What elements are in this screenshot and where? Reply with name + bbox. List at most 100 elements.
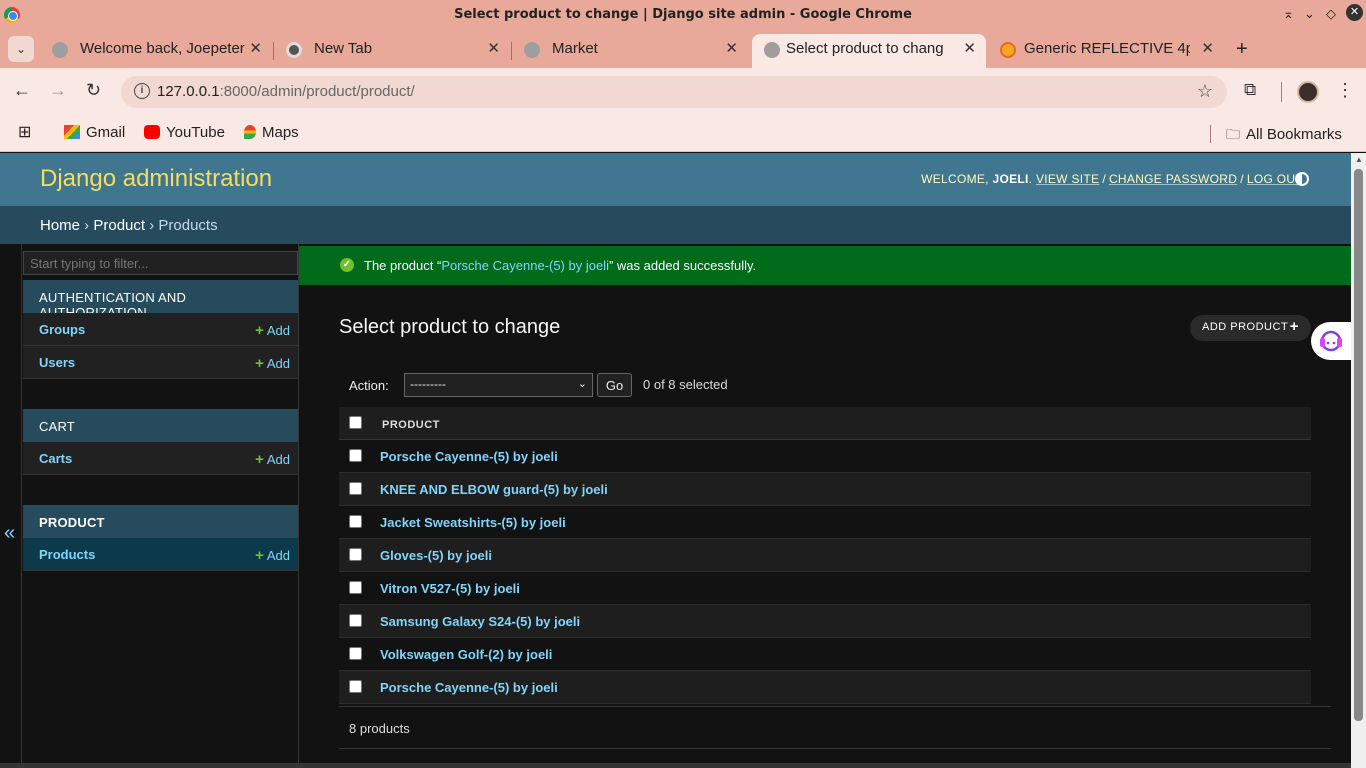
site-name[interactable]: Django administration	[40, 165, 272, 193]
go-button[interactable]: Go	[597, 373, 632, 397]
support-chat-widget[interactable]	[1311, 322, 1351, 360]
theme-toggle-icon[interactable]	[1295, 172, 1309, 186]
product-link[interactable]: Porsche Cayenne-(5) by joeli	[380, 680, 558, 695]
product-link[interactable]: Vitron V527-(5) by joeli	[380, 581, 520, 596]
row-checkbox[interactable]	[349, 680, 362, 693]
row-checkbox[interactable]	[349, 581, 362, 594]
table-row: Volkswagen Golf-(2) by joeli	[339, 638, 1311, 671]
add-user-link[interactable]: + Add	[255, 355, 290, 372]
bookmark-maps[interactable]: Maps	[244, 124, 299, 141]
plus-icon: +	[255, 355, 264, 372]
added-product-link[interactable]: Porsche Cayenne-(5) by joeli	[441, 258, 609, 273]
module-caption-cart[interactable]: CART	[23, 409, 298, 442]
product-link[interactable]: Porsche Cayenne-(5) by joeli	[380, 449, 558, 464]
bookmark-star-icon[interactable]: ☆	[1197, 81, 1213, 102]
sidebar-item-groups[interactable]: Groups + Add	[23, 313, 298, 346]
tab-generic-reflective[interactable]: Generic REFLECTIVE 4pc ✕	[988, 34, 1224, 68]
tab-label: Select product to chang	[786, 40, 944, 57]
close-tab-icon[interactable]: ✕	[487, 39, 500, 57]
row-checkbox[interactable]	[349, 548, 362, 561]
tab-welcome[interactable]: Welcome back, Joepeter ✕	[40, 34, 272, 68]
sidebar-item-label[interactable]: Users	[39, 355, 75, 370]
add-product-link[interactable]: + Add	[255, 547, 290, 564]
module-caption-auth[interactable]: AUTHENTICATION AND AUTHORIZATION	[23, 280, 298, 320]
action-select[interactable]: --------- ⌄	[404, 373, 593, 397]
url-text: 127.0.0.1:8000/admin/product/product/	[157, 83, 415, 100]
add-cart-link[interactable]: + Add	[255, 451, 290, 468]
bookmarks-bar: ⊞ Gmail YouTube Maps 🗀 All Bookmarks	[0, 116, 1366, 152]
row-checkbox[interactable]	[349, 515, 362, 528]
close-window-icon[interactable]: ✕	[1346, 4, 1363, 21]
site-info-icon[interactable]: i	[134, 83, 150, 99]
add-group-link[interactable]: + Add	[255, 322, 290, 339]
add-product-button[interactable]: ADD PRODUCT +	[1190, 315, 1311, 341]
tab-strip: ⌄ Welcome back, Joepeter ✕ New Tab ✕ Mar…	[0, 30, 1366, 68]
change-password-link[interactable]: CHANGE PASSWORD	[1109, 172, 1237, 186]
menu-kebab-icon[interactable]: ⋮	[1336, 80, 1354, 101]
bottom-edge	[0, 763, 1351, 768]
table-row: Porsche Cayenne-(5) by joeli	[339, 440, 1311, 473]
breadcrumb-product[interactable]: Product	[93, 217, 145, 234]
chevron-down-icon: ⌄	[577, 378, 587, 390]
action-label: Action:	[349, 378, 389, 393]
all-bookmarks[interactable]: 🗀 All Bookmarks	[1226, 124, 1342, 148]
sidebar-item-label[interactable]: Groups	[39, 322, 85, 337]
tab-select-product[interactable]: Select product to chang ✕	[752, 34, 986, 68]
collapse-sidebar-icon[interactable]: «	[4, 522, 15, 545]
maximize-icon[interactable]: ◇	[1326, 6, 1336, 22]
close-tab-icon[interactable]: ✕	[725, 39, 738, 57]
aliexpress-icon	[1000, 42, 1016, 58]
globe-icon	[52, 42, 68, 58]
sidebar-item-label[interactable]: Carts	[39, 451, 72, 466]
actions-bar: Action: --------- ⌄ Go 0 of 8 selected	[339, 370, 1311, 400]
new-tab-button[interactable]: +	[1236, 38, 1248, 61]
profile-avatar-icon[interactable]	[1297, 81, 1319, 103]
module-caption-product[interactable]: PRODUCT	[23, 505, 298, 538]
row-checkbox[interactable]	[349, 647, 362, 660]
row-checkbox[interactable]	[349, 449, 362, 462]
table-header: PRODUCT	[339, 407, 1311, 440]
close-tab-icon[interactable]: ✕	[1201, 39, 1214, 57]
django-header: Django administration WELCOME, JOELI. VI…	[0, 153, 1351, 206]
page-title: Select product to change	[339, 316, 561, 338]
close-tab-icon[interactable]: ✕	[249, 39, 262, 57]
product-link[interactable]: Samsung Galaxy S24-(5) by joeli	[380, 614, 580, 629]
nav-sidebar-toggle[interactable]: «	[0, 244, 22, 768]
column-header-product[interactable]: PRODUCT	[382, 419, 440, 431]
product-link[interactable]: Gloves-(5) by joeli	[380, 548, 492, 563]
extensions-icon[interactable]: ⧉	[1244, 80, 1256, 100]
breadcrumb-home[interactable]: Home	[40, 217, 80, 234]
sidebar-item-carts[interactable]: Carts + Add	[23, 442, 298, 475]
bookmark-youtube[interactable]: YouTube	[144, 124, 225, 141]
tab-search-icon[interactable]: ⌄	[8, 36, 34, 62]
row-checkbox[interactable]	[349, 482, 362, 495]
nav-filter-input[interactable]	[23, 251, 298, 275]
table-row: Gloves-(5) by joeli	[339, 539, 1311, 572]
close-tab-icon[interactable]: ✕	[963, 39, 976, 57]
back-icon[interactable]: ←	[13, 80, 31, 101]
sidebar-item-products[interactable]: Products + Add	[23, 538, 298, 571]
tab-new-tab[interactable]: New Tab ✕	[274, 34, 510, 68]
product-link[interactable]: Volkswagen Golf-(2) by joeli	[380, 647, 552, 662]
tab-label: Market	[552, 40, 598, 57]
view-site-link[interactable]: VIEW SITE	[1036, 172, 1099, 186]
browser-toolbar: ← → ↻ i 127.0.0.1:8000/admin/product/pro…	[0, 68, 1366, 116]
row-checkbox[interactable]	[349, 614, 362, 627]
product-link[interactable]: KNEE AND ELBOW guard-(5) by joeli	[380, 482, 608, 497]
sidebar-item-users[interactable]: Users + Add	[23, 346, 298, 379]
forward-icon[interactable]: →	[49, 80, 67, 101]
page-scrollbar[interactable]: ▲	[1351, 153, 1366, 768]
bookmark-gmail[interactable]: Gmail	[64, 124, 125, 141]
tab-market[interactable]: Market ✕	[512, 34, 748, 68]
apps-grid-icon[interactable]: ⊞	[18, 122, 31, 142]
select-all-checkbox[interactable]	[349, 416, 362, 429]
sidebar-item-label[interactable]: Products	[39, 547, 95, 562]
scrollbar-thumb[interactable]	[1354, 169, 1363, 721]
scroll-up-icon[interactable]: ▲	[1355, 155, 1363, 164]
product-link[interactable]: Jacket Sweatshirts-(5) by joeli	[380, 515, 566, 530]
minimize-all-icon[interactable]: ⌅	[1283, 6, 1294, 22]
reload-icon[interactable]: ↻	[86, 80, 101, 101]
address-bar[interactable]: i 127.0.0.1:8000/admin/product/product/ …	[121, 76, 1227, 108]
check-circle-icon: ✓	[340, 258, 354, 272]
minimize-icon[interactable]: ⌄	[1304, 6, 1315, 22]
